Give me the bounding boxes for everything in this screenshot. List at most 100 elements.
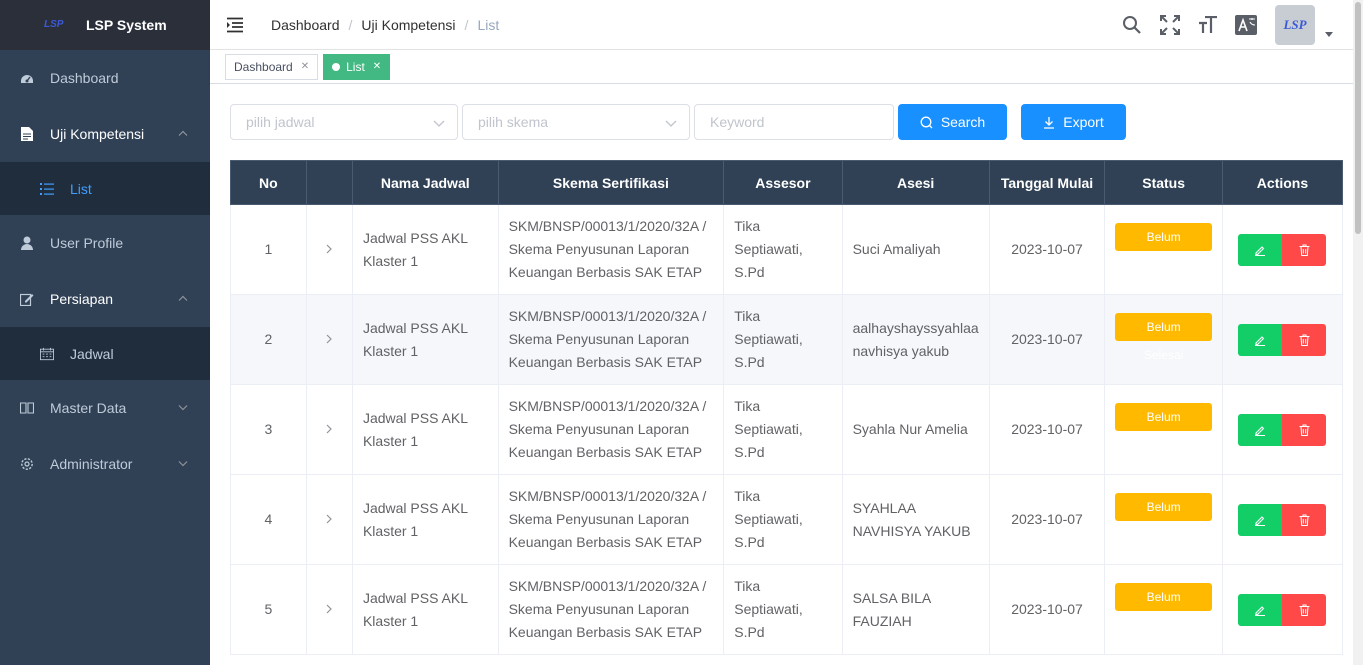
- cell-assesor: Tika Septiawati, S.Pd: [723, 564, 843, 655]
- submenu-uji-kompetensi: List: [0, 162, 210, 215]
- page-scrollbar[interactable]: [1353, 0, 1363, 665]
- book-icon: [20, 401, 34, 415]
- trash-icon: [1299, 244, 1310, 256]
- edit-icon: [1255, 425, 1266, 436]
- breadcrumb-item-uji-kompetensi[interactable]: Uji Kompetensi: [361, 17, 455, 33]
- sidebar-item-label: Uji Kompetensi: [50, 126, 145, 142]
- column-header: No: [230, 160, 307, 205]
- cell-asesi: Suci Amaliyah: [841, 204, 990, 295]
- delete-button[interactable]: [1282, 503, 1327, 536]
- cell-skema: SKM/BNSP/00013/1/2020/32A / Skema Penyus…: [497, 384, 725, 475]
- edit-note-icon: [20, 292, 34, 306]
- app-title: LSP System: [86, 17, 167, 33]
- breadcrumb-separator: /: [464, 16, 469, 33]
- keyword-input[interactable]: [694, 104, 894, 140]
- export-button-label: Export: [1063, 114, 1104, 130]
- user-icon: [20, 236, 34, 250]
- cell-skema: SKM/BNSP/00013/1/2020/32A / Skema Penyus…: [497, 204, 725, 295]
- cell-status: Belum Selesai: [1104, 294, 1223, 385]
- cell-nama-jadwal: Jadwal PSS AKL Klaster 1: [351, 294, 499, 385]
- sidebar-item-master-data[interactable]: Master Data: [0, 380, 210, 436]
- scrollbar-thumb[interactable]: [1355, 2, 1361, 234]
- table-row: 3 Jadwal PSS AKL Klaster 1 SKM/BNSP/0001…: [230, 384, 1344, 475]
- breadcrumb-item-dashboard[interactable]: Dashboard: [271, 17, 340, 33]
- tag-dashboard[interactable]: Dashboard ✕: [225, 53, 319, 80]
- sidebar-item-persiapan[interactable]: Persiapan: [0, 271, 210, 327]
- delete-button[interactable]: [1282, 323, 1327, 356]
- cell-status: Belum Selesai: [1104, 384, 1223, 475]
- expand-row-icon[interactable]: [305, 384, 353, 475]
- document-icon: [20, 127, 34, 141]
- cell-skema: SKM/BNSP/00013/1/2020/32A / Skema Penyus…: [497, 564, 725, 655]
- edit-button[interactable]: [1238, 593, 1283, 626]
- edit-icon: [1255, 605, 1266, 616]
- edit-button[interactable]: [1238, 503, 1283, 536]
- status-badge: Belum Selesai: [1115, 313, 1212, 362]
- jadwal-select[interactable]: pilih jadwal: [230, 104, 458, 140]
- delete-button[interactable]: [1282, 233, 1327, 266]
- cell-assesor: Tika Septiawati, S.Pd: [723, 384, 843, 475]
- active-dot-icon: [332, 62, 341, 71]
- table-row: 1 Jadwal PSS AKL Klaster 1 SKM/BNSP/0001…: [230, 204, 1344, 295]
- sidebar-item-label: Jadwal: [70, 345, 114, 362]
- sidebar-item-dashboard[interactable]: Dashboard: [0, 50, 210, 106]
- cell-status: Belum Selesai: [1104, 564, 1223, 655]
- cell-assesor: Tika Septiawati, S.Pd: [723, 204, 843, 295]
- sidebar-item-label: List: [70, 180, 92, 197]
- menu-fold-icon[interactable]: [227, 17, 245, 33]
- skema-select[interactable]: pilih skema: [462, 104, 690, 140]
- export-button[interactable]: Export: [1021, 104, 1126, 140]
- trash-icon: [1299, 334, 1310, 346]
- sidebar-item-administrator[interactable]: Administrator: [0, 436, 210, 492]
- edit-button[interactable]: [1238, 323, 1283, 356]
- column-header: Nama Jadwal: [351, 160, 499, 205]
- search-button[interactable]: Search: [898, 104, 1007, 140]
- cell-actions: [1221, 564, 1344, 655]
- column-header: [305, 160, 353, 205]
- caret-down-icon[interactable]: [1325, 29, 1333, 39]
- fullscreen-icon[interactable]: [1159, 14, 1181, 36]
- cell-no: 3: [230, 384, 307, 475]
- brand[interactable]: LSP LSP System: [0, 0, 210, 50]
- translate-icon[interactable]: [1235, 14, 1257, 36]
- expand-row-icon[interactable]: [305, 294, 353, 385]
- breadcrumb-item-list: List: [477, 16, 500, 33]
- tag-list[interactable]: List ✕: [323, 53, 391, 80]
- expand-row-icon[interactable]: [305, 564, 353, 655]
- sidebar-item-jadwal[interactable]: Jadwal: [0, 327, 210, 380]
- edit-button[interactable]: [1238, 233, 1283, 266]
- column-header: Skema Sertifikasi: [497, 160, 725, 205]
- close-icon[interactable]: ✕: [301, 61, 309, 72]
- delete-button[interactable]: [1282, 413, 1327, 446]
- text-size-icon[interactable]: [1197, 14, 1219, 36]
- topbar: Dashboard / Uji Kompetensi / List LSP: [210, 0, 1353, 50]
- delete-button[interactable]: [1282, 593, 1327, 626]
- cell-assesor: Tika Septiawati, S.Pd: [723, 294, 843, 385]
- avatar[interactable]: LSP: [1275, 5, 1315, 45]
- cell-actions: [1221, 384, 1344, 475]
- sidebar-item-list[interactable]: List: [0, 162, 210, 215]
- sidebar-item-label: Master Data: [50, 400, 127, 416]
- cell-status: Belum Selesai: [1104, 474, 1223, 565]
- sidebar-item-uji-kompetensi[interactable]: Uji Kompetensi: [0, 106, 210, 162]
- table-header-row: No Nama Jadwal Skema Sertifikasi Assesor…: [230, 160, 1344, 205]
- cell-asesi: Syahla Nur Amelia: [841, 384, 990, 475]
- chevron-down-icon: [178, 403, 188, 414]
- trash-icon: [1299, 424, 1310, 436]
- close-icon[interactable]: ✕: [373, 61, 381, 72]
- sidebar: LSP LSP System Dashboard Uji Kompetensi …: [0, 0, 210, 665]
- edit-icon: [1255, 245, 1266, 256]
- cell-skema: SKM/BNSP/00013/1/2020/32A / Skema Penyus…: [497, 474, 725, 565]
- expand-row-icon[interactable]: [305, 474, 353, 565]
- cell-no: 4: [230, 474, 307, 565]
- status-badge: Belum Selesai: [1115, 493, 1212, 542]
- search-icon[interactable]: [1121, 14, 1143, 36]
- expand-row-icon[interactable]: [305, 204, 353, 295]
- edit-button[interactable]: [1238, 413, 1283, 446]
- list-icon: [40, 182, 54, 196]
- sidebar-item-user-profile[interactable]: User Profile: [0, 215, 210, 271]
- sidebar-item-label: Dashboard: [50, 70, 119, 86]
- cell-tanggal: 2023-10-07: [988, 294, 1106, 385]
- edit-icon: [1255, 515, 1266, 526]
- trash-icon: [1299, 604, 1310, 616]
